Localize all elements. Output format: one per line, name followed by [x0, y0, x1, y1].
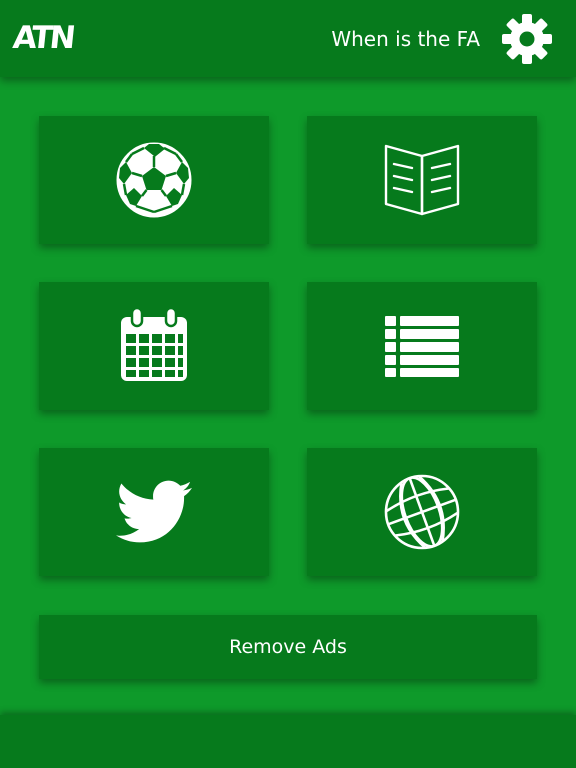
twitter-bird-icon: [116, 480, 192, 543]
tile-website[interactable]: [307, 448, 537, 576]
tile-fixtures[interactable]: [39, 282, 269, 410]
tile-guide[interactable]: [307, 116, 537, 244]
remove-ads-label: Remove Ads: [229, 636, 347, 658]
app-logo: ATN: [11, 20, 75, 56]
globe-icon: [384, 474, 460, 550]
tile-table[interactable]: [307, 282, 537, 410]
list-icon: [385, 316, 459, 377]
open-book-icon: [384, 144, 460, 216]
header-title: When is the FA: [331, 27, 480, 51]
calendar-icon: [121, 306, 187, 381]
remove-ads-button[interactable]: Remove Ads: [39, 615, 537, 679]
soccer-ball-icon: [116, 142, 192, 218]
ad-banner-area: [0, 715, 576, 768]
tile-twitter[interactable]: [39, 448, 269, 576]
app-screen: ATN When is the FA Remove Ads: [0, 0, 576, 768]
tile-football[interactable]: [39, 116, 269, 244]
settings-button[interactable]: [500, 12, 554, 66]
header-bar: ATN When is the FA: [0, 0, 576, 77]
gear-icon: [502, 14, 552, 64]
